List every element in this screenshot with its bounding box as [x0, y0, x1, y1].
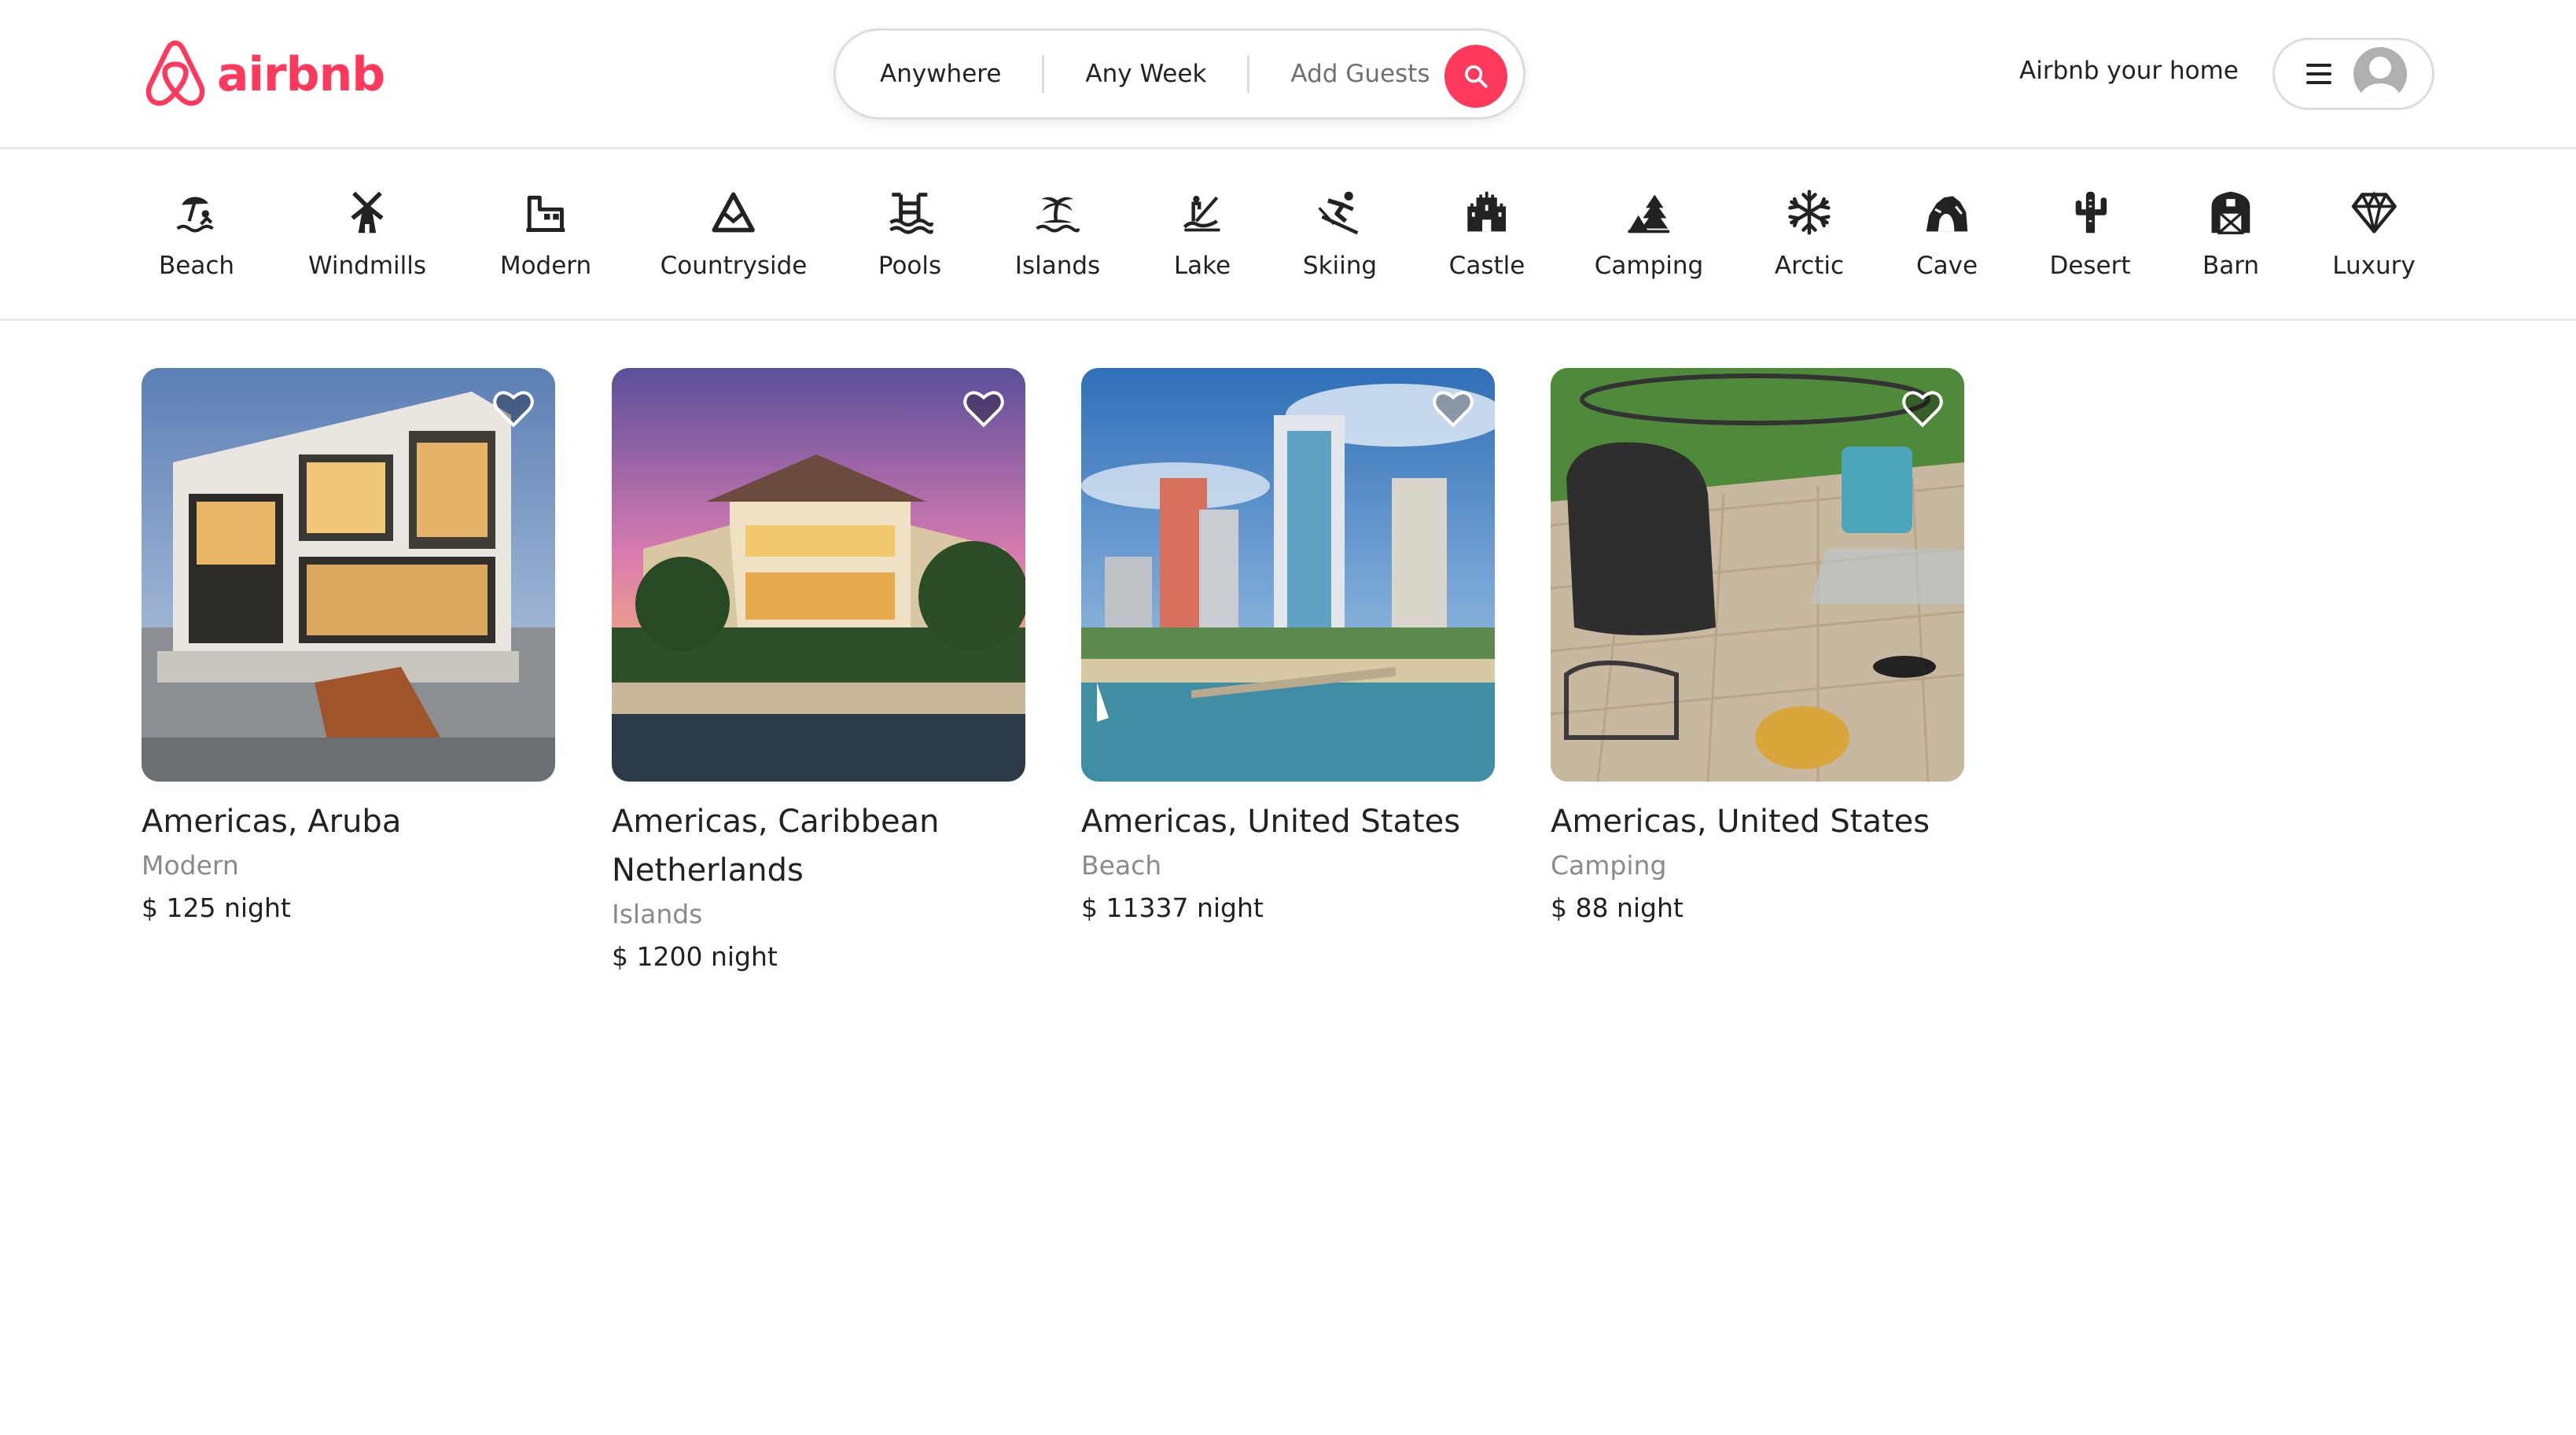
- category-desert[interactable]: Desert: [2049, 189, 2131, 280]
- listing-card[interactable]: Americas, Caribbean Netherlands Islands …: [612, 368, 1025, 980]
- modern-house-icon: [526, 195, 565, 232]
- listing-card[interactable]: Americas, United States Camping $ 88 nig…: [1551, 368, 1964, 931]
- listing-category: Camping: [1551, 850, 1667, 881]
- category-arctic[interactable]: Arctic: [1775, 189, 1844, 280]
- category-barn[interactable]: Barn: [2202, 189, 2259, 280]
- beach-icon: [176, 197, 214, 233]
- windmill-icon: [351, 191, 384, 234]
- category-label: Lake: [1173, 252, 1231, 280]
- search-button[interactable]: [1444, 45, 1507, 108]
- hamburger-menu-icon: [2306, 64, 2331, 84]
- category-label: Countryside: [660, 252, 808, 280]
- category-cave[interactable]: Cave: [1916, 189, 1978, 280]
- host-your-home-link[interactable]: Airbnb your home: [2019, 57, 2239, 85]
- category-luxury[interactable]: Luxury: [2332, 189, 2416, 280]
- top-header: airbnb Anywhere Any Week Add Guests Airb…: [0, 0, 2576, 149]
- category-castle[interactable]: Castle: [1449, 189, 1525, 280]
- barn-icon: [2211, 191, 2250, 234]
- listing-card[interactable]: Americas, United States Beach $ 11337 ni…: [1081, 368, 1495, 931]
- search-guests[interactable]: Add Guests: [1249, 60, 1470, 88]
- search-location[interactable]: Anywhere: [836, 60, 1042, 88]
- user-menu-button[interactable]: [2272, 38, 2434, 110]
- category-label: Beach: [158, 252, 235, 280]
- listing-category: Islands: [612, 899, 703, 929]
- listing-photo[interactable]: [142, 368, 555, 782]
- category-label: Cave: [1915, 252, 1978, 280]
- category-label: Arctic: [1774, 252, 1845, 280]
- listing-photo[interactable]: [1081, 368, 1495, 782]
- category-windmills[interactable]: Windmills: [308, 189, 426, 280]
- category-label: Islands: [1014, 252, 1101, 280]
- category-label: Desert: [2049, 252, 2131, 280]
- category-label: Castle: [1448, 252, 1525, 280]
- category-lake[interactable]: Lake: [1174, 189, 1231, 280]
- category-label: Modern: [499, 252, 592, 280]
- snowflake-icon: [1788, 189, 1831, 235]
- listing-price: $ 125 night: [142, 892, 291, 923]
- category-label: Pools: [878, 252, 942, 280]
- island-icon: [1036, 197, 1080, 233]
- heart-icon[interactable]: [1901, 388, 1944, 428]
- category-islands[interactable]: Islands: [1015, 189, 1100, 280]
- brand-name: airbnb: [217, 47, 385, 102]
- listing-price: $ 11337 night: [1081, 892, 1264, 923]
- category-label: Windmills: [307, 252, 427, 280]
- listing-photo[interactable]: [1551, 368, 1964, 782]
- category-pools[interactable]: Pools: [878, 189, 941, 280]
- cave-icon: [1926, 196, 1968, 232]
- airbnb-logo-icon: [145, 40, 205, 106]
- heart-icon[interactable]: [962, 388, 1005, 428]
- category-modern[interactable]: Modern: [500, 189, 591, 280]
- search-week[interactable]: Any Week: [1044, 60, 1247, 88]
- camping-icon: [1628, 194, 1670, 234]
- heart-icon[interactable]: [1432, 388, 1474, 428]
- category-countryside[interactable]: Countryside: [660, 189, 808, 280]
- search-bar[interactable]: Anywhere Any Week Add Guests: [834, 28, 1525, 120]
- castle-icon: [1467, 191, 1507, 232]
- listing-price: $ 88 night: [1551, 892, 1684, 923]
- listing-category: Modern: [142, 850, 239, 881]
- listing-price: $ 1200 night: [612, 941, 778, 972]
- diamond-icon: [2351, 191, 2397, 234]
- user-avatar-icon: [2353, 47, 2407, 101]
- pool-icon: [889, 193, 933, 234]
- listing-location: Americas, Aruba: [142, 804, 402, 840]
- listing-location: Americas, Caribbean Netherlands: [612, 804, 940, 889]
- lake-icon: [1183, 196, 1220, 232]
- category-skiing[interactable]: Skiing: [1303, 189, 1377, 280]
- category-label: Barn: [2202, 252, 2260, 280]
- category-camping[interactable]: Camping: [1595, 189, 1703, 280]
- listing-location: Americas, United States: [1081, 804, 1461, 840]
- listing-category: Beach: [1081, 850, 1162, 881]
- brand-logo[interactable]: airbnb: [142, 36, 385, 113]
- listing-card[interactable]: Americas, Aruba Modern $ 125 night: [142, 368, 555, 931]
- category-label: Skiing: [1302, 252, 1378, 280]
- category-bar: Beach Windmills Modern Countryside Pools…: [0, 149, 2576, 321]
- listing-photo[interactable]: [612, 368, 1025, 782]
- heart-icon[interactable]: [492, 388, 535, 428]
- category-beach[interactable]: Beach: [159, 189, 234, 280]
- skiing-icon: [1318, 191, 1359, 235]
- category-label: Luxury: [2332, 252, 2416, 280]
- mountain-icon: [712, 192, 756, 233]
- listing-location: Americas, United States: [1551, 804, 1930, 840]
- search-icon: [1465, 65, 1488, 88]
- category-label: Camping: [1594, 252, 1704, 280]
- cactus-icon: [2075, 191, 2107, 234]
